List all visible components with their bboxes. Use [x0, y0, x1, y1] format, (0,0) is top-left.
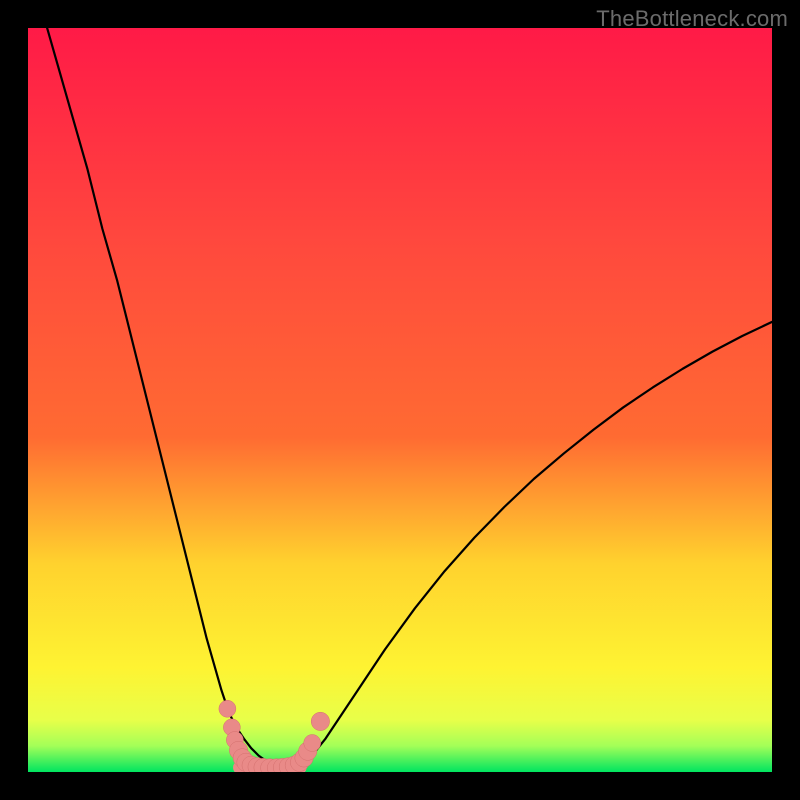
curve-marker — [311, 712, 329, 730]
bottleneck-chart — [28, 28, 772, 772]
gradient-background — [28, 28, 772, 772]
watermark-text: TheBottleneck.com — [596, 6, 788, 32]
plot-area — [28, 28, 772, 772]
curve-marker — [219, 700, 236, 717]
curve-marker — [304, 735, 321, 752]
chart-frame: TheBottleneck.com — [0, 0, 800, 800]
